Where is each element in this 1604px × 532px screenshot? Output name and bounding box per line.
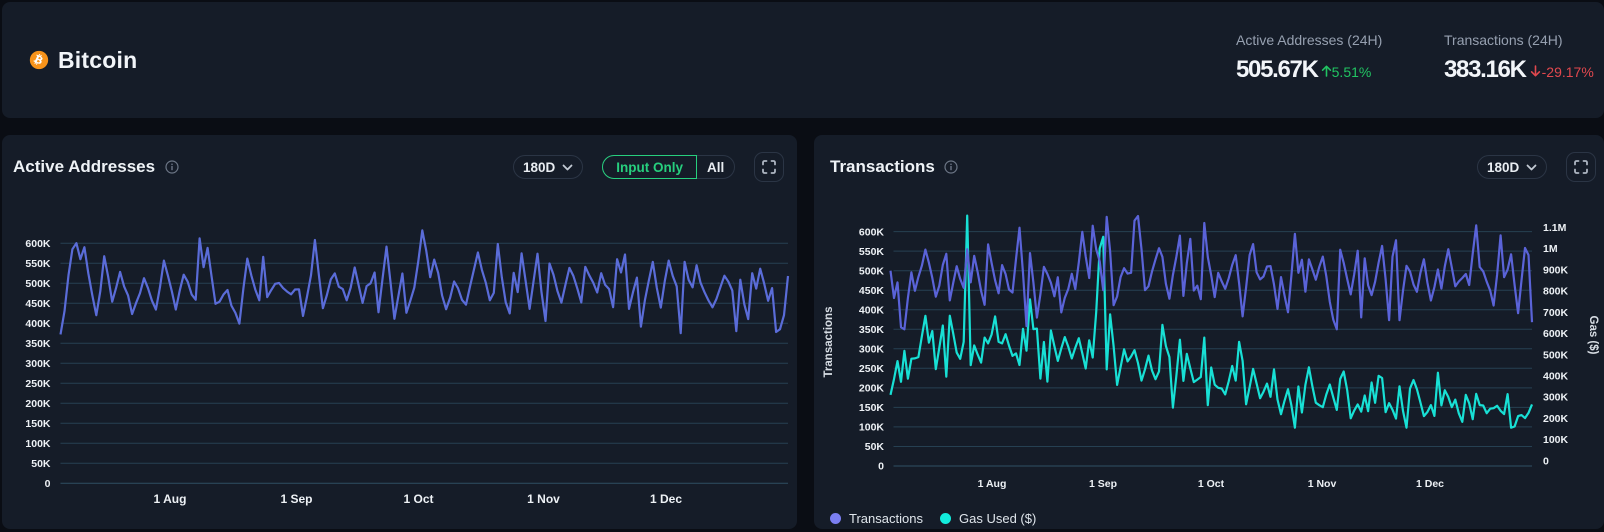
svg-text:1 Aug: 1 Aug xyxy=(154,492,187,506)
svg-text:700K: 700K xyxy=(1543,307,1569,319)
svg-text:450K: 450K xyxy=(859,285,885,297)
svg-text:1M: 1M xyxy=(1543,243,1558,255)
svg-text:150K: 150K xyxy=(859,402,885,414)
svg-text:400K: 400K xyxy=(1543,371,1569,383)
svg-text:1 Nov: 1 Nov xyxy=(1308,478,1337,490)
svg-text:150K: 150K xyxy=(25,418,51,430)
svg-text:450K: 450K xyxy=(25,298,51,310)
svg-text:800K: 800K xyxy=(1543,286,1569,298)
svg-text:200K: 200K xyxy=(1543,413,1569,425)
svg-text:1 Dec: 1 Dec xyxy=(650,492,682,506)
svg-text:600K: 600K xyxy=(25,238,51,250)
svg-text:1 Sep: 1 Sep xyxy=(280,492,312,506)
svg-text:300K: 300K xyxy=(25,358,51,370)
svg-text:400K: 400K xyxy=(859,304,885,316)
svg-text:0: 0 xyxy=(1543,455,1549,467)
svg-text:100K: 100K xyxy=(25,438,51,450)
svg-text:0: 0 xyxy=(878,461,884,473)
svg-text:Transactions: Transactions xyxy=(823,307,835,378)
svg-text:100K: 100K xyxy=(859,422,885,434)
svg-text:1 Nov: 1 Nov xyxy=(527,492,560,506)
svg-text:1 Dec: 1 Dec xyxy=(1416,478,1444,490)
svg-text:500K: 500K xyxy=(859,265,885,277)
svg-text:600K: 600K xyxy=(1543,328,1569,340)
svg-text:100K: 100K xyxy=(1543,434,1569,446)
svg-text:600K: 600K xyxy=(859,226,885,238)
svg-text:200K: 200K xyxy=(25,398,51,410)
svg-text:Gas ($): Gas ($) xyxy=(1587,316,1599,355)
svg-text:500K: 500K xyxy=(1543,349,1569,361)
svg-text:350K: 350K xyxy=(25,338,51,350)
svg-text:1 Aug: 1 Aug xyxy=(978,478,1007,490)
svg-text:250K: 250K xyxy=(859,363,885,375)
svg-text:550K: 550K xyxy=(25,258,51,270)
svg-text:1.1M: 1.1M xyxy=(1543,222,1567,234)
svg-text:250K: 250K xyxy=(25,378,51,390)
svg-text:400K: 400K xyxy=(25,318,51,330)
svg-text:550K: 550K xyxy=(859,246,885,258)
svg-text:1 Oct: 1 Oct xyxy=(1198,478,1225,490)
svg-text:900K: 900K xyxy=(1543,264,1569,276)
svg-text:300K: 300K xyxy=(1543,392,1569,404)
svg-text:1 Oct: 1 Oct xyxy=(403,492,433,506)
svg-text:200K: 200K xyxy=(859,383,885,395)
svg-text:0: 0 xyxy=(45,478,51,490)
svg-text:50K: 50K xyxy=(31,458,51,470)
svg-text:1 Sep: 1 Sep xyxy=(1089,478,1117,490)
svg-text:50K: 50K xyxy=(865,441,885,453)
svg-text:350K: 350K xyxy=(859,324,885,336)
svg-text:300K: 300K xyxy=(859,344,885,356)
svg-text:500K: 500K xyxy=(25,278,51,290)
